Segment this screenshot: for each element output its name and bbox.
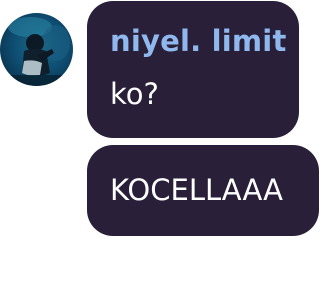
chat-thread: niyel. limit ko? KOCELLAAA	[0, 0, 320, 290]
sender-name[interactable]: niyel. limit	[110, 24, 287, 58]
avatar-photo-icon	[0, 17, 73, 86]
message-bubble[interactable]: KOCELLAAA	[87, 145, 319, 236]
avatar[interactable]	[0, 13, 73, 86]
message-bubble[interactable]: niyel. limit ko?	[87, 1, 299, 138]
message-text: ko?	[110, 77, 159, 111]
message-text: KOCELLAAA	[110, 173, 283, 207]
